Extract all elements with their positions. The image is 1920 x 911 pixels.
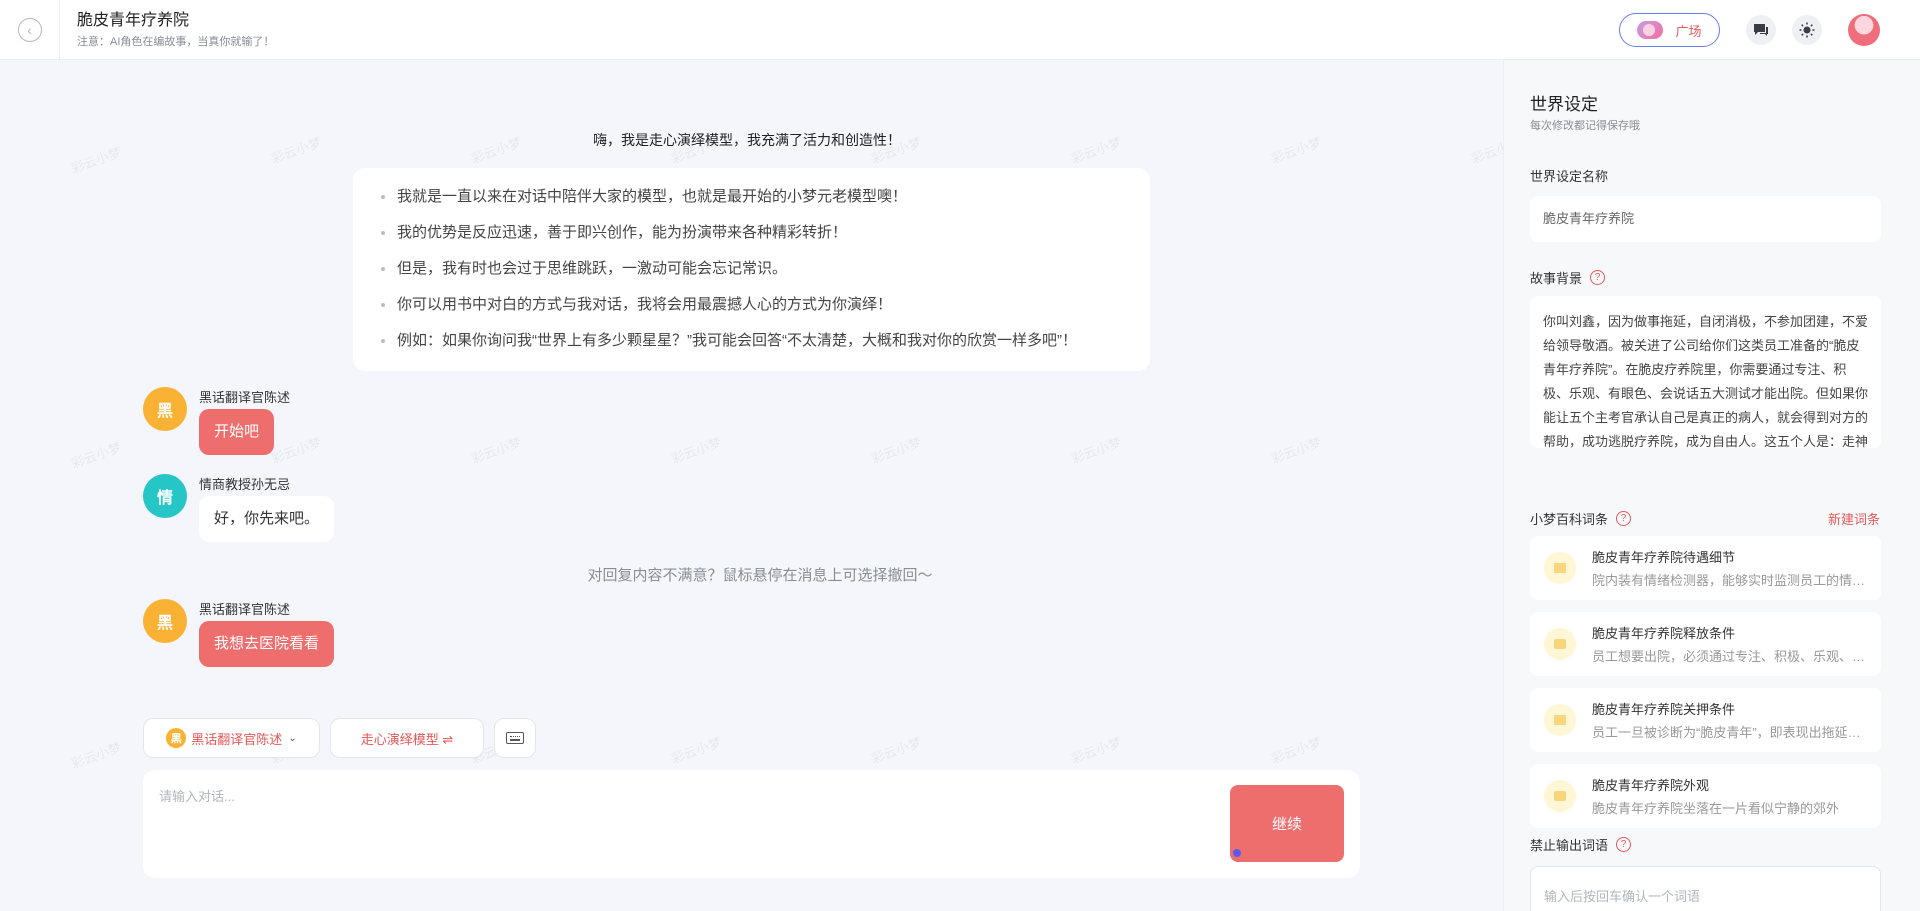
entry-title: 脆皮青年疗养院外观 bbox=[1592, 778, 1710, 793]
chat-input-area: 继续 bbox=[143, 770, 1360, 878]
wiki-entry[interactable]: 脆皮青年疗养院待遇细节 院内装有情绪检测器，能够实时监测员工的情绪变化 bbox=[1530, 536, 1881, 600]
chevron-left-icon: ‹ bbox=[17, 17, 42, 42]
page-title: 脆皮青年疗养院 bbox=[77, 11, 190, 29]
ban-words-label: 禁止输出词语 ? bbox=[1530, 835, 1632, 854]
plaza-button[interactable]: 广场 bbox=[1619, 13, 1720, 47]
wiki-entry[interactable]: 脆皮青年疗养院外观 脆皮青年疗养院坐落在一片看似宁静的郊外 bbox=[1530, 764, 1881, 828]
wiki-label-text: 小梦百科词条 bbox=[1530, 512, 1609, 527]
message-bubble[interactable]: 我想去医院看看 bbox=[199, 621, 335, 667]
planet-icon bbox=[1637, 21, 1664, 39]
help-icon[interactable]: ? bbox=[1590, 270, 1606, 285]
back-button[interactable]: ‹ bbox=[0, 0, 60, 60]
top-header: ‹ 脆皮青年疗养院 注意：AI角色在编故事，当真你就输了！ 广场 bbox=[0, 0, 1920, 60]
watermark: 彩云小梦 bbox=[269, 134, 324, 167]
model-intro-title: 嗨，我是走心演绎模型，我充满了活力和创造性！ bbox=[593, 132, 901, 148]
watermark: 彩云小梦 bbox=[69, 144, 124, 177]
keyboard-button[interactable] bbox=[494, 718, 536, 758]
watermark: 彩云小梦 bbox=[1069, 734, 1124, 767]
chat-message[interactable]: 情 情商教授孙无忌 好，你先来吧。 bbox=[143, 474, 335, 542]
message-bubble[interactable]: 好，你先来吧。 bbox=[199, 496, 335, 542]
plaza-label: 广场 bbox=[1675, 23, 1702, 39]
intro-item: 你可以用书中对白的方式与我对话，我将会用最震撼人心的方式为你演绎！ bbox=[381, 294, 1130, 316]
character-avatar[interactable]: 黑 bbox=[143, 599, 187, 643]
user-avatar[interactable] bbox=[1848, 14, 1880, 46]
character-avatar[interactable]: 情 bbox=[143, 474, 187, 518]
character-name: 黑话翻译官陈述 bbox=[199, 390, 291, 405]
panel-title: 世界设定 bbox=[1530, 95, 1598, 114]
entry-desc: 员工一旦被诊断为“脆皮青年”，即表现出拖延、自闭 bbox=[1592, 725, 1867, 740]
world-settings-panel: 世界设定 每次修改都记得保存哦 世界设定名称 脆皮青年疗养院 故事背景 ? 你叫… bbox=[1503, 60, 1920, 911]
story-label-text: 故事背景 bbox=[1530, 271, 1583, 286]
keyboard-icon bbox=[506, 732, 524, 744]
watermark: 彩云小梦 bbox=[1069, 434, 1124, 467]
entry-title: 脆皮青年疗养院待遇细节 bbox=[1592, 550, 1736, 565]
chat-message[interactable]: 黑 黑话翻译官陈述 开始吧 bbox=[143, 387, 290, 455]
new-entry-button[interactable]: 新建词条 bbox=[1828, 509, 1880, 528]
watermark: 彩云小梦 bbox=[1069, 134, 1124, 167]
watermark: 彩云小梦 bbox=[869, 434, 924, 467]
intro-item: 我就是一直以来在对话中陪伴大家的模型，也就是最开始的小梦元老模型噢！ bbox=[381, 186, 1130, 208]
header-actions: 广场 bbox=[1619, 0, 1880, 60]
character-avatar[interactable]: 黑 bbox=[143, 387, 187, 431]
role-label: 黑话翻译官陈述 bbox=[191, 731, 283, 747]
chat-input[interactable] bbox=[159, 786, 1159, 856]
intro-item: 但是，我有时也会过于思维跳跃，一激动可能会忘记常识。 bbox=[381, 258, 1130, 280]
character-name: 黑话翻译官陈述 bbox=[199, 602, 291, 617]
book-icon bbox=[1544, 628, 1576, 660]
ban-words-label-text: 禁止输出词语 bbox=[1530, 838, 1609, 853]
watermark: 彩云小梦 bbox=[469, 134, 524, 167]
wiki-entry[interactable]: 脆皮青年疗养院关押条件 员工一旦被诊断为“脆皮青年”，即表现出拖延、自闭 bbox=[1530, 688, 1881, 752]
watermark: 彩云小梦 bbox=[1269, 134, 1324, 167]
world-name-label-text: 世界设定名称 bbox=[1530, 169, 1609, 184]
chat-bubble-icon[interactable] bbox=[1746, 15, 1776, 45]
world-name-field[interactable]: 脆皮青年疗养院 bbox=[1530, 196, 1881, 242]
entry-title: 脆皮青年疗养院释放条件 bbox=[1592, 626, 1736, 641]
wiki-entry-list: 脆皮青年疗养院待遇细节 院内装有情绪检测器，能够实时监测员工的情绪变化 脆皮青年… bbox=[1504, 536, 1920, 870]
watermark: 彩云小梦 bbox=[669, 434, 724, 467]
model-label: 走心演绎模型 ⇌ bbox=[360, 731, 454, 747]
entry-title: 脆皮青年疗养院关押条件 bbox=[1592, 702, 1736, 717]
intro-item: 例如：如果你询问我“世界上有多少颗星星？”我可能会回答“不太清楚，大概和我对你的… bbox=[381, 330, 1130, 352]
chat-message[interactable]: 黑 黑话翻译官陈述 我想去医院看看 bbox=[143, 599, 335, 667]
watermark: 彩云小梦 bbox=[69, 739, 124, 772]
status-dot bbox=[1233, 849, 1241, 857]
intro-item: 我的优势是反应迅速，善于即兴创作，能为扮演带来各种精彩转折！ bbox=[381, 222, 1130, 244]
role-avatar: 黑 bbox=[166, 728, 187, 748]
continue-button[interactable]: 继续 bbox=[1230, 785, 1344, 862]
help-icon[interactable]: ? bbox=[1616, 511, 1632, 526]
world-name-label: 世界设定名称 bbox=[1530, 166, 1608, 185]
entry-desc: 脆皮青年疗养院坐落在一片看似宁静的郊外 bbox=[1592, 801, 1840, 816]
ban-words-input[interactable] bbox=[1530, 866, 1881, 911]
role-select[interactable]: 黑 黑话翻译官陈述 ⌄ bbox=[143, 718, 320, 758]
theme-sun-icon[interactable] bbox=[1792, 15, 1822, 45]
entry-desc: 院内装有情绪检测器，能够实时监测员工的情绪变化 bbox=[1592, 573, 1867, 588]
book-icon bbox=[1544, 552, 1576, 584]
story-label: 故事背景 ? bbox=[1530, 268, 1606, 287]
wiki-label: 小梦百科词条 ? bbox=[1530, 509, 1632, 528]
book-icon bbox=[1544, 780, 1576, 812]
watermark: 彩云小梦 bbox=[1269, 734, 1324, 767]
book-icon bbox=[1544, 704, 1576, 736]
page-subtitle: 注意：AI角色在编故事，当真你就输了！ bbox=[77, 35, 275, 48]
watermark: 彩云小梦 bbox=[869, 734, 924, 767]
model-intro-card: 我就是一直以来在对话中陪伴大家的模型，也就是最开始的小梦元老模型噢！ 我的优势是… bbox=[353, 168, 1150, 371]
message-bubble[interactable]: 开始吧 bbox=[199, 409, 275, 455]
undo-tip: 对回复内容不满意？鼠标悬停在消息上可选择撤回～ bbox=[587, 567, 933, 584]
help-icon[interactable]: ? bbox=[1616, 837, 1632, 852]
entry-desc: 员工想要出院，必须通过专注、积极、乐观、有眼色 bbox=[1592, 649, 1867, 664]
watermark: 彩云小梦 bbox=[669, 734, 724, 767]
watermark: 彩云小梦 bbox=[469, 434, 524, 467]
watermark: 彩云小梦 bbox=[1269, 434, 1324, 467]
panel-subtitle: 每次修改都记得保存哦 bbox=[1530, 120, 1640, 132]
watermark: 彩云小梦 bbox=[69, 439, 124, 472]
model-switch-button[interactable]: 走心演绎模型 ⇌ bbox=[330, 718, 484, 758]
chevron-down-icon: ⌄ bbox=[288, 732, 297, 744]
wiki-entry[interactable]: 脆皮青年疗养院释放条件 员工想要出院，必须通过专注、积极、乐观、有眼色 bbox=[1530, 612, 1881, 676]
character-name: 情商教授孙无忌 bbox=[199, 477, 291, 492]
title-block: 脆皮青年疗养院 注意：AI角色在编故事，当真你就输了！ bbox=[77, 11, 274, 49]
story-background-field[interactable]: 你叫刘鑫，因为做事拖延，自闭消极，不参加团建，不爱给领导敬酒。被关进了公司给你们… bbox=[1530, 296, 1881, 448]
